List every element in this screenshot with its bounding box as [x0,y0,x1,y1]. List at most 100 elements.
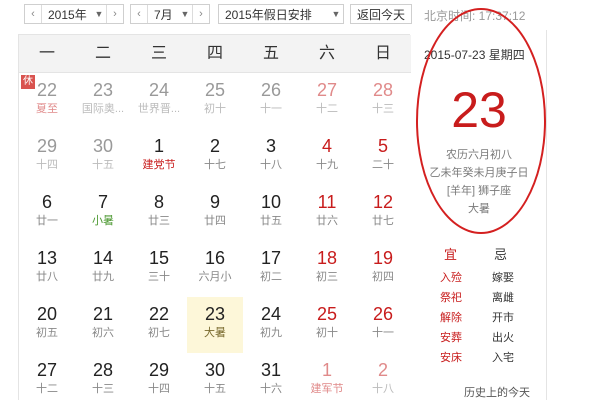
prev-month-icon[interactable]: ‹ [131,5,147,23]
day-cell[interactable]: 14 廿九 [75,241,131,297]
detail-zodiac: [羊年] 狮子座 [446,185,512,197]
day-cell[interactable]: 30 十五 [187,353,243,400]
day-cell[interactable]: 15 三十 [131,241,187,297]
weekday-label: 五 [262,45,279,62]
day-cell[interactable]: 1 建军节 [299,353,355,400]
day-cell[interactable]: 31 十六 [243,353,299,400]
beijing-clock: 北京时间: 17:37:12 [424,9,526,23]
day-number: 2 [209,136,220,156]
day-number: 25 [316,304,338,324]
day-cell[interactable]: 27 十二 [299,73,355,129]
day-number: 25 [204,80,226,100]
day-number: 10 [260,192,282,212]
day-number: 23 [92,80,114,100]
day-cell[interactable]: 27 十二 [19,353,75,400]
lunar-label: 十二 [316,103,338,115]
day-cell[interactable]: 25 初十 [299,297,355,353]
day-cell[interactable]: 7 小暑 [75,185,131,241]
day-cell[interactable]: 29 十四 [19,129,75,185]
day-cell[interactable]: 1 建党节 [131,129,187,185]
day-cell[interactable]: 24 初九 [243,297,299,353]
day-cell[interactable]: 23 大暑 [187,297,243,353]
day-cell[interactable]: 19 初四 [355,241,411,297]
day-cell[interactable]: 11 廿六 [299,185,355,241]
yi-item: 祭祀 [440,292,462,304]
holiday-badge: 休 [21,75,35,89]
day-number: 17 [260,248,282,268]
day-cell[interactable]: 8 廿三 [131,185,187,241]
day-cell[interactable]: 26 十一 [355,297,411,353]
day-cell[interactable]: 18 初三 [299,241,355,297]
prev-year-icon[interactable]: ‹ [25,5,41,23]
lunar-label: 十一 [372,327,394,339]
day-cell[interactable]: 12 廿七 [355,185,411,241]
lunar-label: 初十 [316,327,338,339]
day-number: 3 [265,136,276,156]
lunar-label: 初二 [260,271,282,283]
day-cell[interactable]: 17 初二 [243,241,299,297]
day-number: 6 [41,192,52,212]
day-number: 22 [148,304,170,324]
ji-item: 开市 [492,312,514,324]
year-value: 2015年 [48,7,87,22]
day-cell[interactable]: 26 十一 [243,73,299,129]
day-number: 9 [209,192,220,212]
lunar-label: 夏至 [36,103,58,115]
day-cell[interactable]: 23 国际奥... [75,73,131,129]
day-cell[interactable]: 16 六月小 [187,241,243,297]
next-year-icon[interactable]: › [107,5,123,23]
day-cell[interactable]: 4 十九 [299,129,355,185]
lunar-label: 十五 [92,159,114,171]
detail-lunar: 农历六月初八 [446,149,512,161]
holiday-select[interactable]: 2015年假日安排 ▼ [218,4,344,24]
year-select[interactable]: ‹ 2015年 ▼ › [24,4,124,24]
day-cell[interactable]: 6 廿一 [19,185,75,241]
lunar-label: 廿三 [148,215,170,227]
day-cell[interactable]: 3 十八 [243,129,299,185]
weekday-label: 一 [38,45,55,62]
ji-item: 嫁娶 [492,272,514,284]
lunar-label: 十四 [36,159,58,171]
lunar-label: 廿一 [36,215,58,227]
day-number: 15 [148,248,170,268]
day-cell[interactable]: 13 廿八 [19,241,75,297]
day-cell[interactable]: 休 22 夏至 [19,73,75,129]
day-cell[interactable]: 2 十七 [187,129,243,185]
lunar-label: 六月小 [198,271,232,283]
month-value: 7月 [154,7,173,22]
lunar-label: 十一 [260,103,282,115]
next-month-icon[interactable]: › [193,5,209,23]
day-cell[interactable]: 20 初五 [19,297,75,353]
day-cell[interactable]: 30 十五 [75,129,131,185]
day-cell[interactable]: 22 初七 [131,297,187,353]
lunar-label: 初十 [204,103,226,115]
month-select[interactable]: ‹ 7月 ▼ › [130,4,210,24]
day-cell[interactable]: 29 十四 [131,353,187,400]
day-number: 14 [92,248,114,268]
day-number: 27 [316,80,338,100]
day-number: 12 [372,192,394,212]
lunar-label: 十六 [260,383,282,395]
today-button[interactable]: 返回今天 [350,4,412,24]
day-cell[interactable]: 28 十三 [355,73,411,129]
day-number: 21 [92,304,114,324]
day-cell[interactable]: 10 廿五 [243,185,299,241]
day-cell[interactable]: 28 十三 [75,353,131,400]
lunar-label: 廿九 [92,271,114,283]
day-number: 13 [36,248,58,268]
day-cell[interactable]: 9 廿四 [187,185,243,241]
chevron-down-icon: ▼ [180,9,190,19]
day-cell[interactable]: 5 二十 [355,129,411,185]
detail-date: 2015-07-23 星期四 [424,48,525,62]
day-cell[interactable]: 21 初六 [75,297,131,353]
day-cell[interactable]: 25 初十 [187,73,243,129]
day-cell[interactable]: 24 世界晋... [131,73,187,129]
day-number: 7 [97,192,108,212]
lunar-label: 建党节 [142,159,176,171]
day-number: 29 [36,136,58,156]
day-detail-panel: 2015-07-23 星期四 23 农历六月初八 乙未年癸未月庚子日 [羊年] … [414,34,544,234]
yi-item: 安床 [440,352,462,364]
day-cell[interactable]: 2 十八 [355,353,411,400]
day-number: 26 [260,80,282,100]
history-today-link[interactable]: 历史上的今天 [464,384,530,400]
